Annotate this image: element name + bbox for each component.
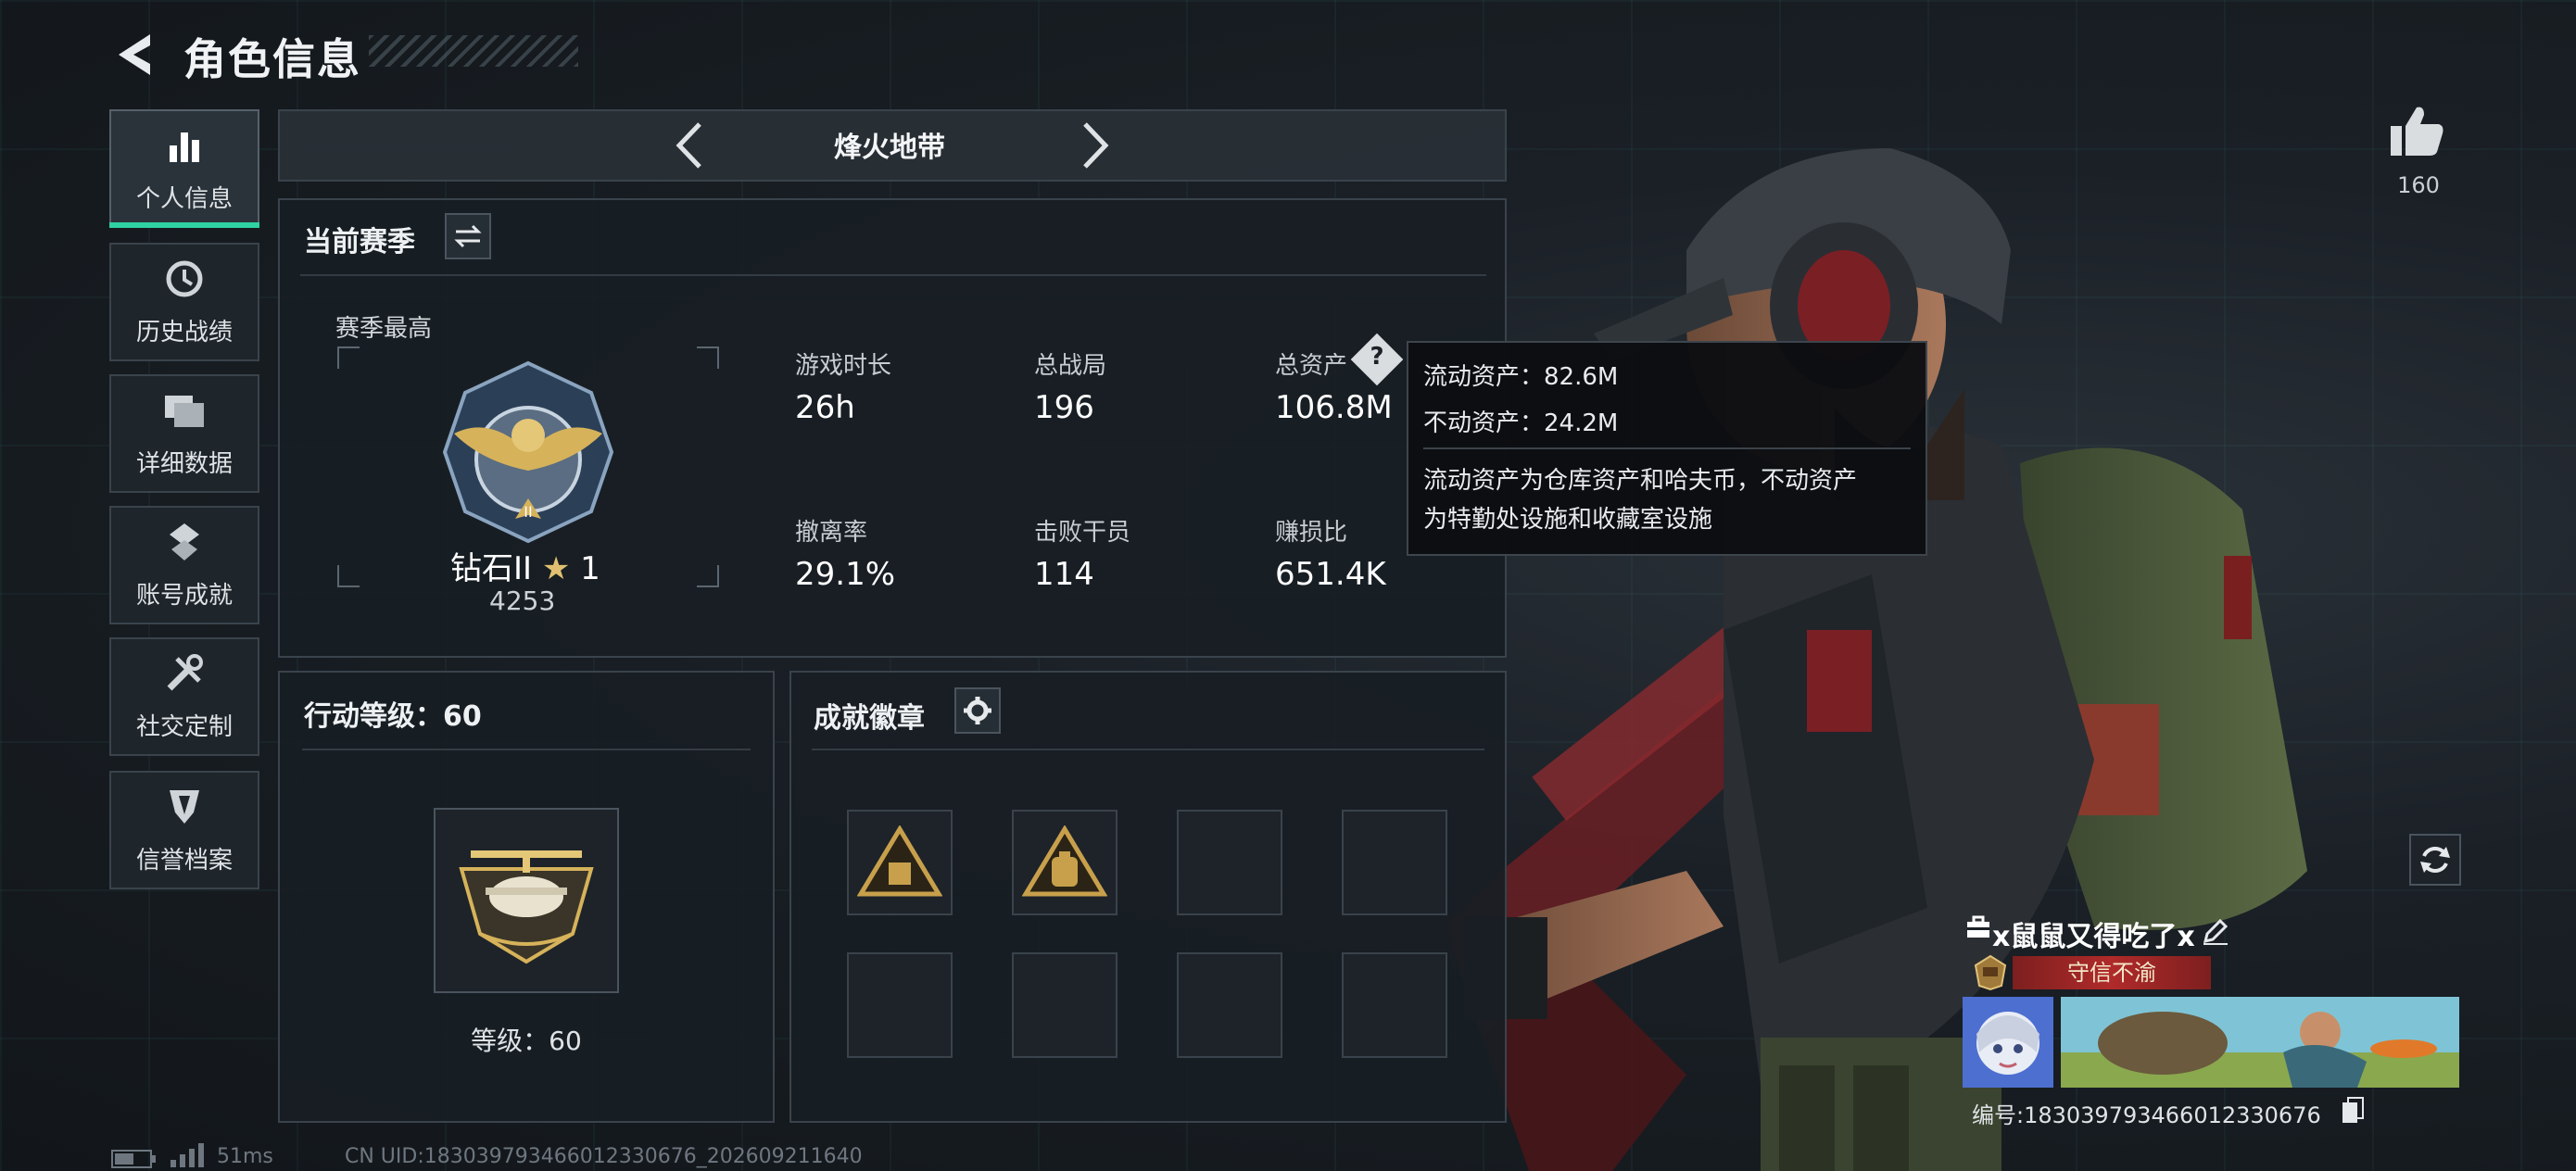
prev-mode-button[interactable] — [662, 117, 717, 174]
rank-name-row: 钻石II ★ 1 — [450, 543, 600, 588]
badges-title: 成就徽章 — [814, 702, 925, 735]
swap-arrows-icon — [454, 224, 482, 248]
history-clock-icon — [164, 258, 205, 300]
back-arrow-icon — [119, 34, 150, 75]
refresh-icon — [2420, 847, 2450, 873]
frame-corner — [697, 346, 719, 369]
team-briefcase-icon — [1967, 915, 1989, 938]
stat-value: 29.1% — [795, 556, 896, 593]
badge-slot[interactable] — [847, 810, 953, 915]
battery-icon — [111, 1150, 156, 1168]
star-icon: ★ — [541, 550, 571, 587]
stat-value: 26h — [795, 389, 855, 426]
nav-label: 账号成就 — [135, 581, 233, 610]
badge-settings-button[interactable] — [954, 687, 1001, 734]
page-title: 角色信息 — [183, 34, 361, 84]
badge-slot-empty[interactable] — [1342, 810, 1447, 915]
helicopter-emblem-icon — [459, 850, 594, 964]
tools-icon — [164, 652, 205, 695]
stat-label: 击败干员 — [1034, 519, 1131, 547]
season-best-label: 赛季最高 — [335, 315, 433, 343]
tooltip-fixed-assets: 不动资产：24.2M — [1423, 409, 1619, 437]
level-text: 等级：60 — [471, 1026, 582, 1056]
nav-history[interactable]: 历史战绩 — [109, 243, 259, 361]
nav-label: 社交定制 — [135, 712, 233, 741]
achievement-icon — [166, 521, 203, 563]
gear-icon — [964, 697, 991, 724]
reputation-title-badge: 守信不渝 — [2013, 956, 2211, 989]
section-divider — [812, 749, 1484, 750]
thumbs-up-icon — [2391, 107, 2443, 156]
stat-value: 106.8M — [1275, 389, 1393, 426]
stat-label: 总战局 — [1034, 352, 1107, 380]
stat-label: 赚损比 — [1275, 519, 1348, 547]
edit-name-button[interactable] — [2202, 917, 2229, 949]
frame-corner — [337, 565, 360, 587]
section-divider — [302, 749, 751, 750]
backpack-badge-icon — [1022, 825, 1107, 897]
rank-stars: 1 — [580, 550, 600, 587]
nav-label: 信誉档案 — [135, 846, 233, 875]
stat-value: 196 — [1034, 389, 1094, 426]
badge-slot-empty[interactable] — [847, 952, 953, 1058]
chevron-right-icon — [1083, 122, 1109, 169]
nav-achievements[interactable]: 账号成就 — [109, 506, 259, 624]
help-question-icon: ? — [1370, 343, 1384, 371]
nav-label: 详细数据 — [135, 449, 233, 478]
action-level-title: 行动等级：60 — [304, 700, 482, 733]
warehouse-badge-icon — [857, 825, 942, 897]
nav-personal-info[interactable]: 个人信息 — [109, 109, 259, 228]
bar-chart-icon — [166, 124, 203, 167]
like-count: 160 — [2397, 172, 2440, 198]
player-uid-row: 编号:18303979346601233067​6 — [1972, 1097, 2321, 1129]
reputation-icon — [166, 786, 203, 828]
tooltip-divider — [1423, 447, 1911, 449]
reputation-medal-icon — [1974, 954, 2007, 991]
ping-text: 51ms — [217, 1145, 273, 1168]
player-avatar[interactable] — [1963, 997, 2053, 1088]
section-divider — [300, 274, 1486, 276]
stat-value: 114 — [1034, 556, 1094, 593]
tooltip-description-line2: 为特勤处设施和收藏室设施 — [1423, 506, 1713, 534]
pencil-icon — [2203, 918, 2229, 945]
stat-value: 651.4K — [1275, 556, 1386, 593]
nav-label: 个人信息 — [135, 184, 233, 213]
player-name: x鼠鼠又得吃了x — [1992, 921, 2195, 953]
title-decoration — [369, 35, 578, 67]
nav-social-custom[interactable]: 社交定制 — [109, 637, 259, 756]
badge-slot-empty[interactable] — [1012, 952, 1118, 1058]
stat-label: 总资产 — [1275, 352, 1348, 380]
footer-uid: CN UID:18303979346601233067​6_2026092116… — [345, 1145, 863, 1168]
nav-reputation[interactable]: 信誉档案 — [109, 771, 259, 889]
chevron-left-icon — [676, 122, 701, 169]
nav-label: 历史战绩 — [135, 318, 233, 346]
rank-name: 钻石II — [450, 550, 533, 587]
refresh-button[interactable] — [2409, 834, 2461, 886]
switch-season-button[interactable] — [445, 213, 491, 259]
player-uid: 编号:18303979346601233067​6 — [1972, 1102, 2321, 1128]
back-button[interactable] — [109, 28, 158, 82]
nav-detailed-data[interactable]: 详细数据 — [109, 374, 259, 493]
badge-slot-empty[interactable] — [1177, 810, 1282, 915]
badge-slot[interactable] — [1012, 810, 1118, 915]
tooltip-description-line1: 流动资产为仓库资产和哈夫币，不动资产 — [1423, 467, 1858, 495]
signal-icon — [170, 1143, 204, 1167]
next-mode-button[interactable] — [1067, 117, 1123, 174]
mode-title: 烽火地带 — [834, 132, 945, 164]
copy-icon[interactable] — [2341, 1097, 2365, 1125]
badge-slot-empty[interactable] — [1342, 952, 1447, 1058]
frame-corner — [697, 565, 719, 587]
rank-score: 4253 — [489, 586, 556, 616]
like-button[interactable] — [2389, 104, 2446, 161]
frame-corner — [337, 346, 360, 369]
stat-label: 撤离率 — [795, 519, 868, 547]
player-banner-image — [2061, 997, 2459, 1088]
stat-label: 游戏时长 — [795, 352, 892, 380]
badge-slot-empty[interactable] — [1177, 952, 1282, 1058]
folders-icon — [163, 389, 206, 432]
svg-text:II: II — [524, 503, 532, 521]
tooltip-liquid-assets: 流动资产：82.6M — [1423, 363, 1619, 391]
season-section-title: 当前赛季 — [304, 226, 415, 258]
rank-emblem-icon: II — [442, 360, 614, 544]
